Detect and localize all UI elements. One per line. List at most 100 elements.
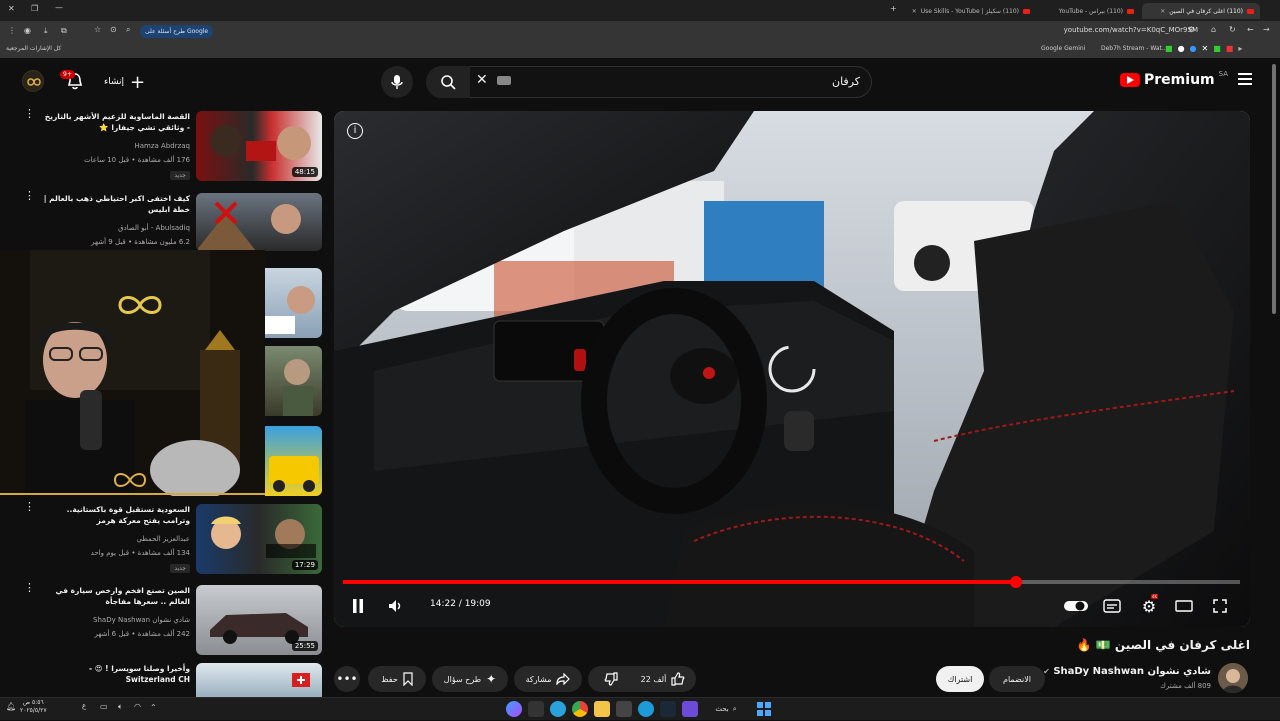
tray-chevron-icon[interactable]: ⌃: [150, 703, 157, 712]
close-tab-icon[interactable]: ✕: [912, 8, 917, 15]
nav-back-icon[interactable]: →: [1263, 25, 1270, 34]
video-thumbnail[interactable]: [265, 426, 322, 496]
reload-icon[interactable]: ↻: [1229, 25, 1236, 34]
language-indicator[interactable]: ع: [82, 702, 86, 710]
fullscreen-button[interactable]: [1210, 596, 1230, 616]
settings-button[interactable]: ⚙ 4K: [1138, 594, 1160, 616]
taskbar-app-explorer[interactable]: [594, 701, 610, 717]
extensions-icon[interactable]: ⋮: [8, 26, 16, 35]
video-thumbnail[interactable]: 17:29: [196, 504, 322, 574]
voice-search-button[interactable]: [381, 66, 413, 98]
autoplay-toggle-icon: [1064, 601, 1088, 611]
video-thumbnail[interactable]: [196, 663, 322, 697]
bookmark-favicons[interactable]: ■●●✕■■▸: [1165, 44, 1247, 53]
hamburger-menu-icon[interactable]: [1238, 73, 1252, 85]
taskbar-app-store[interactable]: [616, 701, 632, 717]
volume-tray-icon[interactable]: 🔈︎: [118, 702, 123, 712]
minimize-window-icon[interactable]: —: [55, 3, 63, 12]
info-icon[interactable]: i: [347, 123, 363, 139]
taskbar-clock[interactable]: ٥:٥٦ ص ٢٠٢٥/٥/٢٧: [20, 699, 47, 715]
ask-button[interactable]: ✦ طرح سؤال: [432, 666, 508, 692]
wifi-icon[interactable]: ◠: [134, 702, 141, 711]
pause-button[interactable]: [348, 596, 368, 616]
all-bookmarks-link[interactable]: كل الإشارات المرجعية: [6, 45, 61, 52]
notification-center-icon[interactable]: 🔔︎: [6, 702, 16, 711]
progress-bar[interactable]: [343, 576, 1240, 588]
search-button[interactable]: [426, 66, 470, 98]
share-button[interactable]: مشاركة: [514, 666, 582, 692]
taskbar-app-steam[interactable]: [660, 701, 676, 717]
close-window-icon[interactable]: ✕: [8, 4, 15, 13]
search-engine-icon[interactable]: ⌕: [126, 25, 130, 35]
taskbar-app-chrome[interactable]: [572, 701, 588, 717]
video-thumbnail[interactable]: [265, 268, 322, 338]
new-tab-icon[interactable]: +: [890, 4, 897, 13]
share-icon[interactable]: ⧉: [61, 26, 67, 36]
download-icon[interactable]: ⤓: [44, 26, 48, 36]
taskbar-app-terminal[interactable]: [528, 701, 544, 717]
battery-icon[interactable]: ▭: [100, 702, 108, 711]
bookmark-stream[interactable]: Deb7h Stream - Wat...: [1101, 45, 1168, 52]
profile-icon[interactable]: ◉: [24, 26, 31, 35]
close-tab-icon[interactable]: ✕: [1160, 8, 1165, 15]
create-button[interactable]: إنشاء +: [104, 70, 145, 94]
progress-scrubber[interactable]: [1009, 576, 1022, 588]
autoplay-toggle[interactable]: [1064, 596, 1088, 616]
dislike-button[interactable]: [596, 666, 626, 692]
list-item[interactable]: 25:55 الصين تصنع افخم وارخص سيارة في الع…: [0, 582, 324, 659]
taskbar-app-edge[interactable]: [638, 701, 654, 717]
hd-badge: 4K: [1151, 594, 1159, 599]
video-thumbnail[interactable]: 25:55: [196, 585, 322, 655]
video-thumbnail[interactable]: 48:15: [196, 111, 322, 181]
clear-search-icon[interactable]: ✕: [476, 72, 488, 88]
region-code: SA: [1218, 70, 1228, 78]
taskbar-app-photos[interactable]: [682, 701, 698, 717]
nav-forward-icon[interactable]: ←: [1247, 25, 1254, 34]
keyboard-icon[interactable]: [497, 76, 511, 85]
video-player[interactable]: i: [334, 111, 1250, 627]
more-vertical-icon[interactable]: ⋮: [24, 582, 35, 593]
home-icon[interactable]: ⌂: [1211, 25, 1216, 34]
list-item[interactable]: 17:29 السعودية تستقبل قوة باكستانية.. وت…: [0, 501, 324, 578]
channel-name: شادي نشوان ShaDy Nashwan: [93, 616, 190, 624]
taskbar-app-copilot[interactable]: [506, 701, 522, 717]
subtitles-button[interactable]: [1102, 596, 1122, 616]
join-label: الانضمام: [1003, 674, 1031, 684]
lens-icon[interactable]: ⊙: [110, 25, 117, 34]
ask-google-button[interactable]: طرح أسئلة على Google: [140, 25, 214, 38]
more-vertical-icon[interactable]: ⋮: [24, 501, 35, 512]
join-button[interactable]: الانضمام: [989, 666, 1045, 692]
channel-avatar[interactable]: [1218, 663, 1248, 693]
channel-name[interactable]: شادي نشوان ShaDy Nashwan ✔: [1043, 666, 1211, 677]
channel-name: Abulsadiq - أبو الصادق: [118, 224, 190, 232]
like-button[interactable]: 22 ألف: [630, 666, 696, 692]
restore-window-icon[interactable]: ❐: [31, 4, 38, 13]
taskbar-app-telegram[interactable]: [550, 701, 566, 717]
taskbar-search[interactable]: ⌕ بحث: [702, 701, 750, 717]
subscribe-button[interactable]: اشتراك: [936, 666, 984, 692]
list-item[interactable]: وأخيرا وصلنا سويسرا ! 😍 - Switzerland CH: [0, 663, 324, 697]
start-button[interactable]: [756, 701, 772, 717]
user-avatar[interactable]: [22, 70, 44, 92]
new-badge: جديد: [170, 564, 190, 573]
more-vertical-icon[interactable]: ⋮: [24, 190, 35, 201]
video-thumbnail[interactable]: [196, 193, 322, 251]
save-button[interactable]: حفظ: [368, 666, 426, 692]
volume-button[interactable]: [386, 596, 406, 616]
youtube-premium-logo[interactable]: Premium SA: [1120, 70, 1228, 88]
list-item[interactable]: 48:15 القصة الماساوية للزعيم الأشهر بالت…: [0, 108, 324, 185]
theater-mode-button[interactable]: [1174, 596, 1194, 616]
more-vertical-icon[interactable]: ⋮: [24, 108, 35, 119]
channel-name: Hamza Abdrzaq: [134, 142, 190, 150]
bookmark-gemini[interactable]: Google Gemini: [1041, 45, 1085, 52]
url-text[interactable]: youtube.com/watch?v=K0qC_MOr95M: [1064, 26, 1198, 34]
video-thumbnail[interactable]: [265, 346, 322, 416]
tab-active-video[interactable]: (110) اغلى كرفان في الصين ✕: [1142, 3, 1260, 19]
tab-youtube[interactable]: (110) بيراس - YouTube: [1040, 3, 1140, 19]
page-scrollbar[interactable]: [1272, 64, 1276, 314]
more-actions-button[interactable]: •••: [334, 666, 360, 692]
search-input[interactable]: كرفان: [832, 75, 860, 88]
channel-avatar-image: [1218, 663, 1248, 693]
tab-skills[interactable]: (110) سكيلز | Use Skills - YouTube ✕: [906, 3, 1036, 19]
bookmark-star-icon[interactable]: ☆: [94, 25, 101, 34]
